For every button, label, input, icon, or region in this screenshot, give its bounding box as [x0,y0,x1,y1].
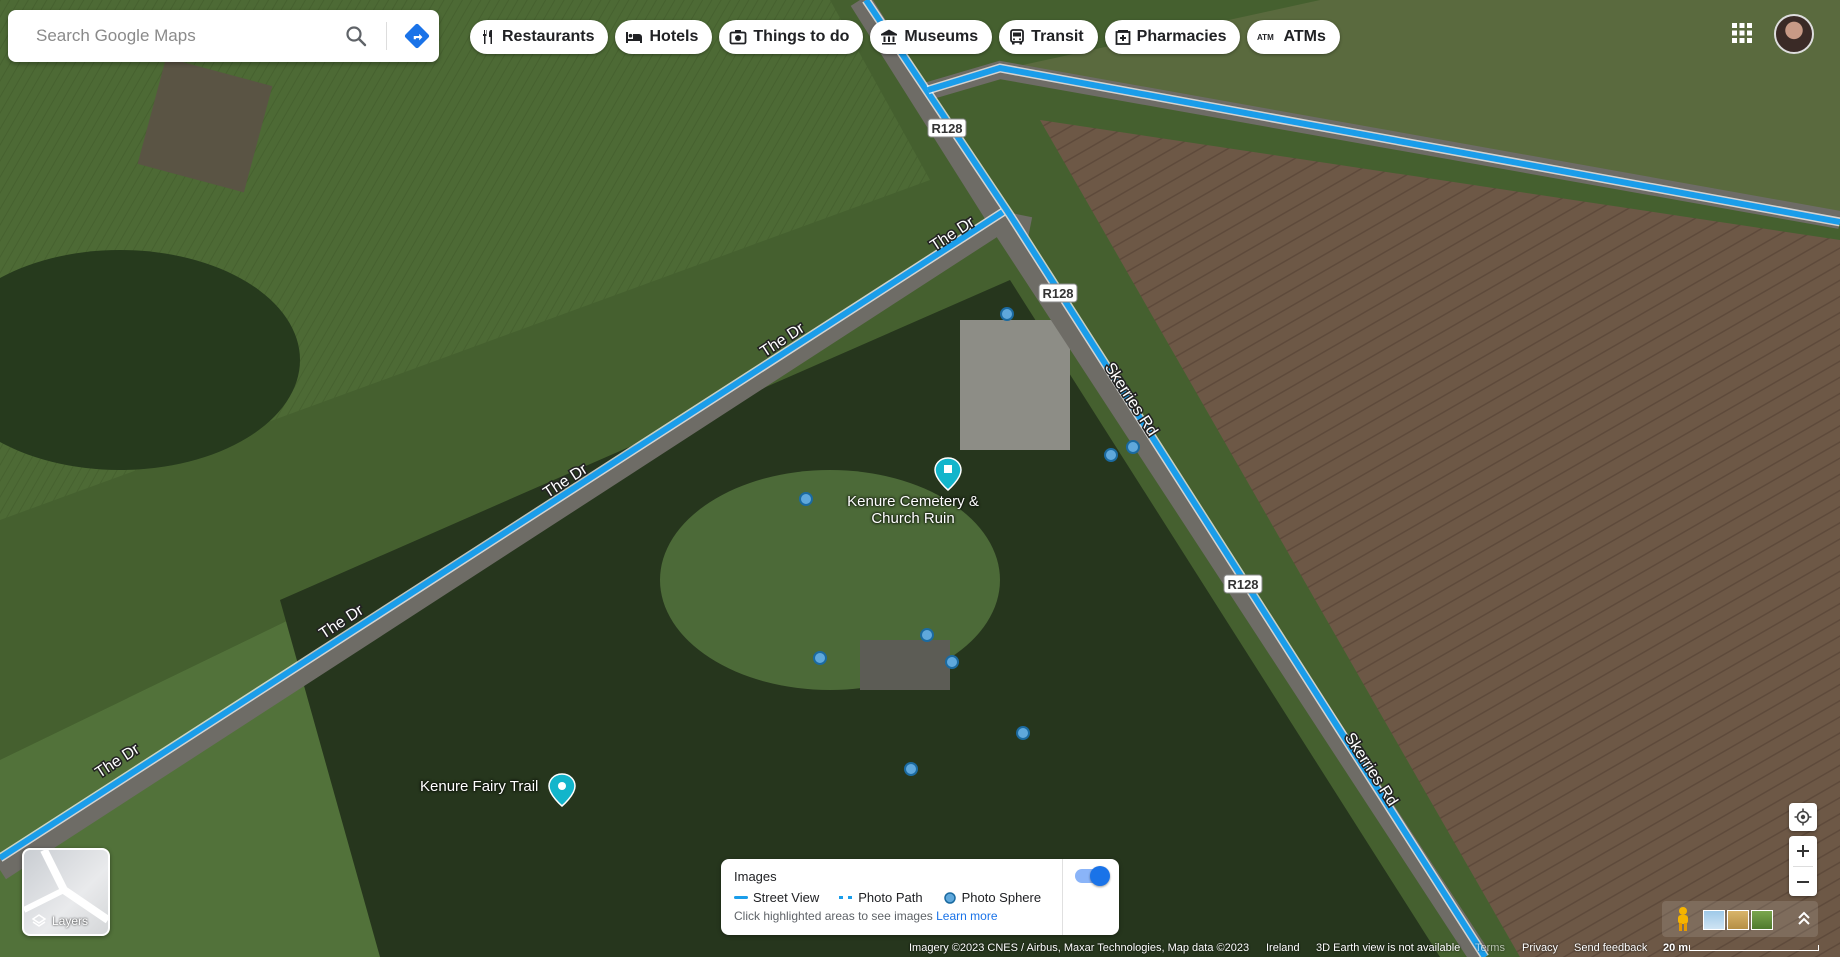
chip-atms[interactable]: ATM ATMs [1247,20,1340,54]
thumb-sky[interactable] [1703,910,1725,930]
route-shield-r128: R128 [1038,283,1078,303]
svg-text:R128: R128 [1227,577,1258,592]
photo-sphere-marker[interactable] [1126,440,1140,454]
legend-divider [1062,859,1063,935]
route-shield-r128: R128 [1223,574,1263,594]
photo-sphere-marker[interactable] [1104,448,1118,462]
zoom-out-button[interactable] [1789,867,1817,896]
chip-label: Pharmacies [1136,28,1227,45]
chip-label: Museums [904,28,979,45]
chip-transit[interactable]: Transit [999,20,1098,54]
layers-icon [32,914,46,927]
images-legend: Images Street View Photo Path Photo Sphe… [721,859,1119,935]
legend-photo-sphere: Photo Sphere [943,890,1042,905]
photo-sphere-marker[interactable] [945,655,959,669]
satellite-map[interactable]: R128 R128 R128 The Dr The Dr The Dr The … [0,0,1840,957]
thumb-field[interactable] [1727,910,1749,930]
category-chips: Restaurants Hotels Things to do Museums … [470,20,1340,54]
legend-street-view-label: Street View [753,890,820,905]
legend-hint: Click highlighted areas to see images Le… [734,909,998,923]
museum-icon [881,29,898,45]
svg-text:R128: R128 [1042,286,1073,301]
svg-text:ATM: ATM [1257,33,1274,42]
scale-bar [1689,945,1819,951]
camera-icon [729,30,747,45]
search-divider [386,22,387,50]
legend-hint-text: Click highlighted areas to see images [734,909,933,923]
bed-icon [626,32,643,43]
plus-icon [1797,844,1809,857]
place-label-fairy-trail[interactable]: Kenure Fairy Trail [420,778,538,795]
photo-sphere-marker[interactable] [1016,726,1030,740]
photo-sphere-marker[interactable] [799,492,813,506]
legend-photo-path: Photo Path [839,890,923,905]
thumb-grass[interactable] [1751,910,1773,930]
atm-icon: ATM [1257,33,1274,42]
layers-label: Layers [52,914,89,928]
photo-sphere-marker[interactable] [813,651,827,665]
my-location-button[interactable] [1789,803,1817,831]
learn-more-link[interactable]: Learn more [936,909,997,923]
chip-label: ATMs [1283,28,1326,45]
legend-photo-path-label: Photo Path [858,890,923,905]
pharmacy-icon [1115,30,1131,45]
privacy-link[interactable]: Privacy [1522,942,1558,954]
street-view-line-icon [734,895,748,899]
legend-street-view: Street View [734,890,819,905]
account-avatar[interactable] [1774,14,1814,54]
photo-sphere-marker[interactable] [904,762,918,776]
place-label-cemetery[interactable]: Kenure Cemetery & Church Ruin [838,493,988,527]
church-ruin [860,640,950,690]
photo-path-dots-icon [839,895,853,899]
chip-pharmacies[interactable]: Pharmacies [1104,20,1241,54]
map-footer: Imagery ©2023 CNES / Airbus, Maxar Techn… [0,940,1840,957]
chip-label: Things to do [753,28,850,45]
chip-museums[interactable]: Museums [870,20,993,54]
scale-label: 20 m [1663,942,1689,954]
chip-restaurants[interactable]: Restaurants [470,20,609,54]
terms-link[interactable]: Terms [1475,942,1505,954]
directions-icon[interactable] [404,23,430,49]
minus-icon [1797,880,1809,883]
graves-block [960,320,1070,450]
imagery-thumbnails [1703,910,1773,930]
imagery-credit: Imagery ©2023 CNES / Airbus, Maxar Techn… [909,942,1250,954]
chip-label: Restaurants [502,28,595,45]
route-shield-r128: R128 [927,118,967,138]
search-box [8,10,439,62]
photo-sphere-icon [943,891,956,904]
search-input[interactable] [34,25,338,47]
chip-things-to-do[interactable]: Things to do [719,20,864,54]
photo-sphere-marker[interactable] [920,628,934,642]
country-label: Ireland [1266,942,1300,954]
zoom-in-button[interactable] [1789,836,1817,865]
send-feedback-link[interactable]: Send feedback [1574,942,1647,954]
chip-hotels[interactable]: Hotels [615,20,713,54]
chevron-up-icon[interactable] [1794,909,1814,929]
apps-grid-icon[interactable] [1731,22,1753,44]
svg-text:R128: R128 [931,121,962,136]
my-location-icon [1794,808,1812,826]
chip-label: Transit [1031,28,1084,45]
images-toggle[interactable] [1075,866,1110,886]
bus-icon [1010,29,1025,45]
search-icon[interactable] [344,24,368,48]
toggle-knob [1090,866,1110,886]
legend-photo-sphere-label: Photo Sphere [961,890,1042,905]
chip-label: Hotels [649,28,699,45]
layers-button[interactable]: Layers [22,848,110,936]
fork-knife-icon [483,30,492,44]
legend-title: Images [734,869,777,884]
earth-notice: 3D Earth view is not available [1316,942,1461,954]
legend-row: Street View Photo Path Photo Sphere [734,890,1041,905]
layers-label-row: Layers [32,914,88,928]
photo-sphere-marker[interactable] [1000,307,1014,321]
pegman-icon[interactable] [1669,905,1697,933]
zoom-control [1789,836,1817,896]
